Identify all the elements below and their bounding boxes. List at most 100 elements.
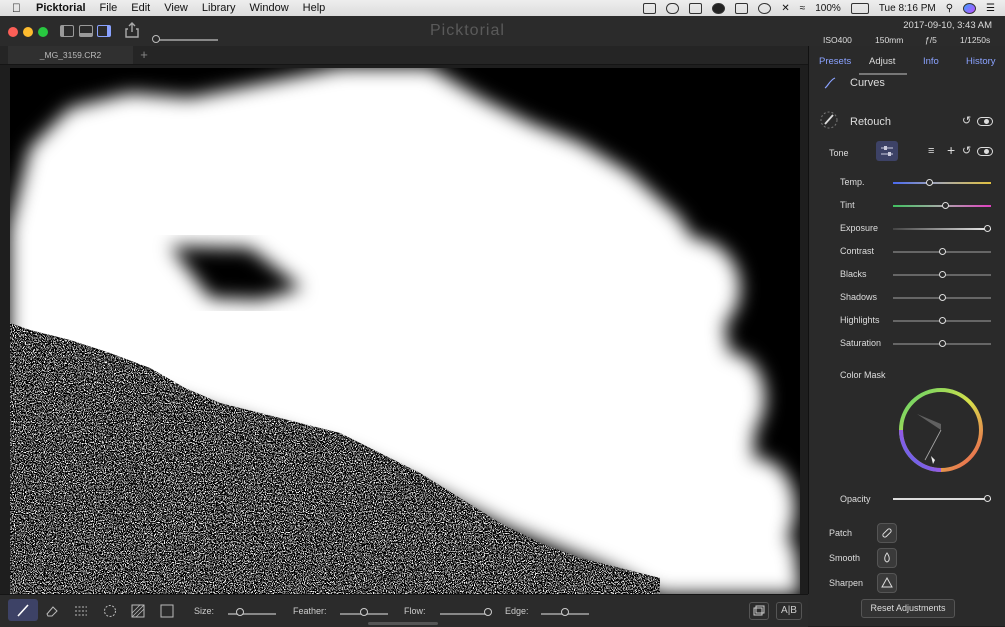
add-tab-button[interactable]: + (138, 46, 150, 64)
menubar-status-area: ✕ ≈ 100% Tue 8:16 PM ⚲ ☰ (643, 0, 995, 16)
curves-section-title[interactable]: Curves (850, 77, 885, 89)
bluetooth-icon[interactable]: ✕ (781, 3, 789, 14)
add-adjustment-icon[interactable]: + (947, 142, 955, 158)
display-icon[interactable] (689, 2, 703, 14)
retouch-section-title[interactable]: Retouch (850, 116, 891, 128)
share-icon[interactable] (125, 22, 139, 38)
menu-library[interactable]: Library (202, 2, 236, 14)
retouch-visibility-toggle[interactable] (977, 117, 993, 126)
menu-view[interactable]: View (164, 2, 188, 14)
canvas-scroll-indicator[interactable] (368, 622, 438, 625)
tone-adjust-button[interactable] (876, 141, 898, 161)
menu-window[interactable]: Window (250, 2, 289, 14)
slider-label: Temp. (840, 177, 865, 187)
airplay-icon[interactable] (735, 2, 749, 14)
size-label: Size: (194, 606, 215, 616)
right-panel-toggle-icon[interactable] (97, 25, 111, 37)
close-button[interactable] (8, 27, 18, 37)
tab-history[interactable]: History (966, 56, 996, 67)
iso-value: ISO400 (823, 35, 852, 45)
flow-slider-knob[interactable] (484, 608, 492, 616)
menubar-clock[interactable]: Tue 8:16 PM (879, 3, 936, 14)
slider-knob[interactable] (938, 248, 946, 255)
exif-info: 2017-09-10, 3:43 AM ISO400 150mm ƒ/5 1/1… (805, 16, 1005, 46)
time-machine-icon[interactable] (758, 2, 772, 14)
slider-knob[interactable] (942, 202, 950, 209)
tone-reset-icon[interactable]: ↺ (962, 144, 971, 157)
slider-knob[interactable] (938, 340, 946, 347)
eraser-icon[interactable] (45, 604, 59, 618)
slider-label: Shadows (840, 292, 878, 302)
flow-label: Flow: (404, 606, 426, 616)
smooth-label: Smooth (829, 553, 861, 563)
battery-percent: 100% (815, 2, 841, 14)
battery-icon[interactable] (850, 2, 869, 14)
cloud-icon[interactable] (666, 2, 680, 14)
apple-icon[interactable]:  (12, 1, 26, 15)
slider-knob[interactable] (938, 294, 946, 301)
slider-label: Blacks (840, 269, 867, 279)
siri-icon[interactable] (963, 2, 977, 14)
left-panel-toggle-icon[interactable] (60, 25, 74, 37)
menu-bar:  Picktorial File Edit View Library Wind… (0, 0, 1005, 16)
size-slider-knob[interactable] (236, 608, 244, 616)
patch-tool-button[interactable] (877, 523, 897, 543)
tone-label[interactable]: Tone (829, 148, 849, 158)
zoom-slider-track[interactable] (156, 39, 218, 41)
retouch-reset-icon[interactable]: ↺ (962, 114, 971, 127)
slider-track[interactable] (893, 228, 991, 230)
gradient-lines-icon[interactable] (74, 604, 88, 618)
brush-toolbar: Size: Feather: Flow: Edge: A|B (0, 594, 808, 627)
image-canvas[interactable] (10, 68, 800, 594)
slider-knob[interactable] (984, 225, 991, 232)
mask-rect-icon[interactable] (160, 604, 174, 618)
zoom-slider-knob[interactable] (152, 35, 160, 43)
patch-label: Patch (829, 528, 853, 538)
zoom-button[interactable] (38, 27, 48, 37)
opacity-label: Opacity (840, 494, 871, 504)
sharpen-tool-button[interactable] (877, 573, 897, 593)
slider-knob[interactable] (938, 317, 946, 324)
reset-adjustments-button[interactable]: Reset Adjustments (861, 599, 955, 618)
tab-presets[interactable]: Presets (819, 56, 851, 67)
size-slider-track[interactable] (228, 613, 276, 615)
menu-help[interactable]: Help (303, 2, 326, 14)
smooth-tool-button[interactable] (877, 548, 897, 568)
brush-tool-button[interactable] (8, 599, 38, 621)
slider-knob[interactable] (938, 271, 946, 278)
slider-label: Contrast (840, 246, 875, 256)
flow-slider-track[interactable] (440, 613, 488, 615)
tab-info[interactable]: Info (923, 56, 939, 67)
notification-center-icon[interactable]: ☰ (986, 3, 995, 14)
mask-preview-image (10, 68, 800, 594)
wifi-icon[interactable]: ≈ (800, 3, 806, 14)
tab-adjust[interactable]: Adjust (869, 56, 895, 67)
h-app-icon[interactable] (712, 2, 726, 14)
slider-label: Exposure (840, 223, 879, 233)
document-tab-bar: _MG_3159.CR2 + (0, 46, 808, 65)
tone-visibility-toggle[interactable] (977, 147, 993, 156)
shutter-value: 1/1250s (960, 35, 991, 45)
compare-copy-button[interactable] (749, 602, 769, 620)
panel-footer: Reset Adjustments (808, 594, 1005, 626)
edge-slider-knob[interactable] (561, 608, 569, 616)
color-mask-wheel[interactable] (895, 388, 987, 472)
ab-compare-button[interactable]: A|B (776, 602, 802, 620)
curves-icon (824, 76, 836, 89)
menu-file[interactable]: File (100, 2, 118, 14)
minimize-button[interactable] (23, 27, 33, 37)
opacity-slider-knob[interactable] (984, 495, 991, 502)
feather-slider-knob[interactable] (360, 608, 368, 616)
screen-record-icon[interactable] (643, 2, 657, 14)
radial-select-icon[interactable] (103, 604, 117, 618)
opacity-slider-track[interactable] (893, 498, 991, 500)
slider-track[interactable] (893, 182, 991, 184)
list-icon[interactable]: ≡ (928, 145, 934, 157)
document-tab[interactable]: _MG_3159.CR2 (8, 46, 133, 64)
slider-knob[interactable] (925, 179, 933, 186)
bottom-panel-toggle-icon[interactable] (79, 25, 93, 37)
menu-app-name[interactable]: Picktorial (36, 2, 86, 14)
search-icon[interactable]: ⚲ (946, 3, 953, 14)
menu-edit[interactable]: Edit (131, 2, 150, 14)
hatched-mask-icon[interactable] (131, 604, 145, 618)
